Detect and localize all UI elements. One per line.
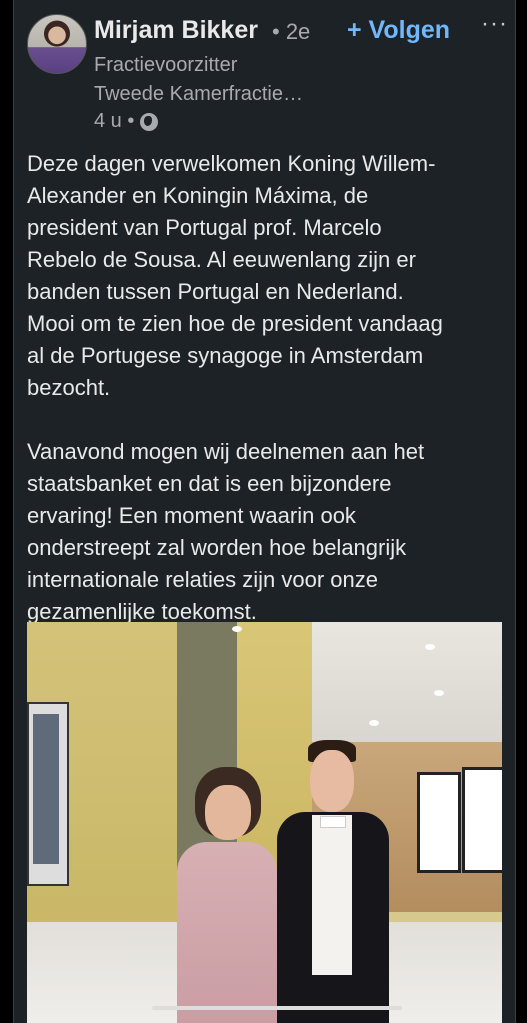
image-person-woman [167,767,287,1023]
home-indicator [152,1006,402,1010]
image-ceiling-light [369,720,379,726]
more-options-icon[interactable]: ··· [481,10,508,38]
post-body: Deze dagen verwelkomen Koning Willem- Al… [27,151,443,624]
image-artwork-right-2 [462,767,502,873]
image-artwork-right-1 [417,772,461,873]
image-ceiling-light [232,626,242,632]
image-person-man [272,740,392,1023]
post-time: 4 u • [94,110,135,132]
image-ceiling-light [434,690,444,696]
author-headline-line-2: Tweede Kamerfractie… [94,83,303,105]
connection-degree: • 2e [272,19,311,44]
image-ceiling [312,622,502,742]
author-name[interactable]: Mirjam Bikker [94,16,258,45]
post-image[interactable] [27,622,502,1023]
author-avatar[interactable] [27,14,87,74]
follow-button[interactable]: + Volgen [347,16,450,45]
linkedin-post: Mirjam Bikker • 2e + Volgen ··· Fractiev… [13,0,516,1023]
author-headline-line-1: Fractievoorzitter [94,54,238,76]
globe-icon [140,112,159,131]
image-ceiling-light [425,644,435,650]
image-artwork-left [27,702,69,886]
post-meta: 4 u • [94,110,159,133]
